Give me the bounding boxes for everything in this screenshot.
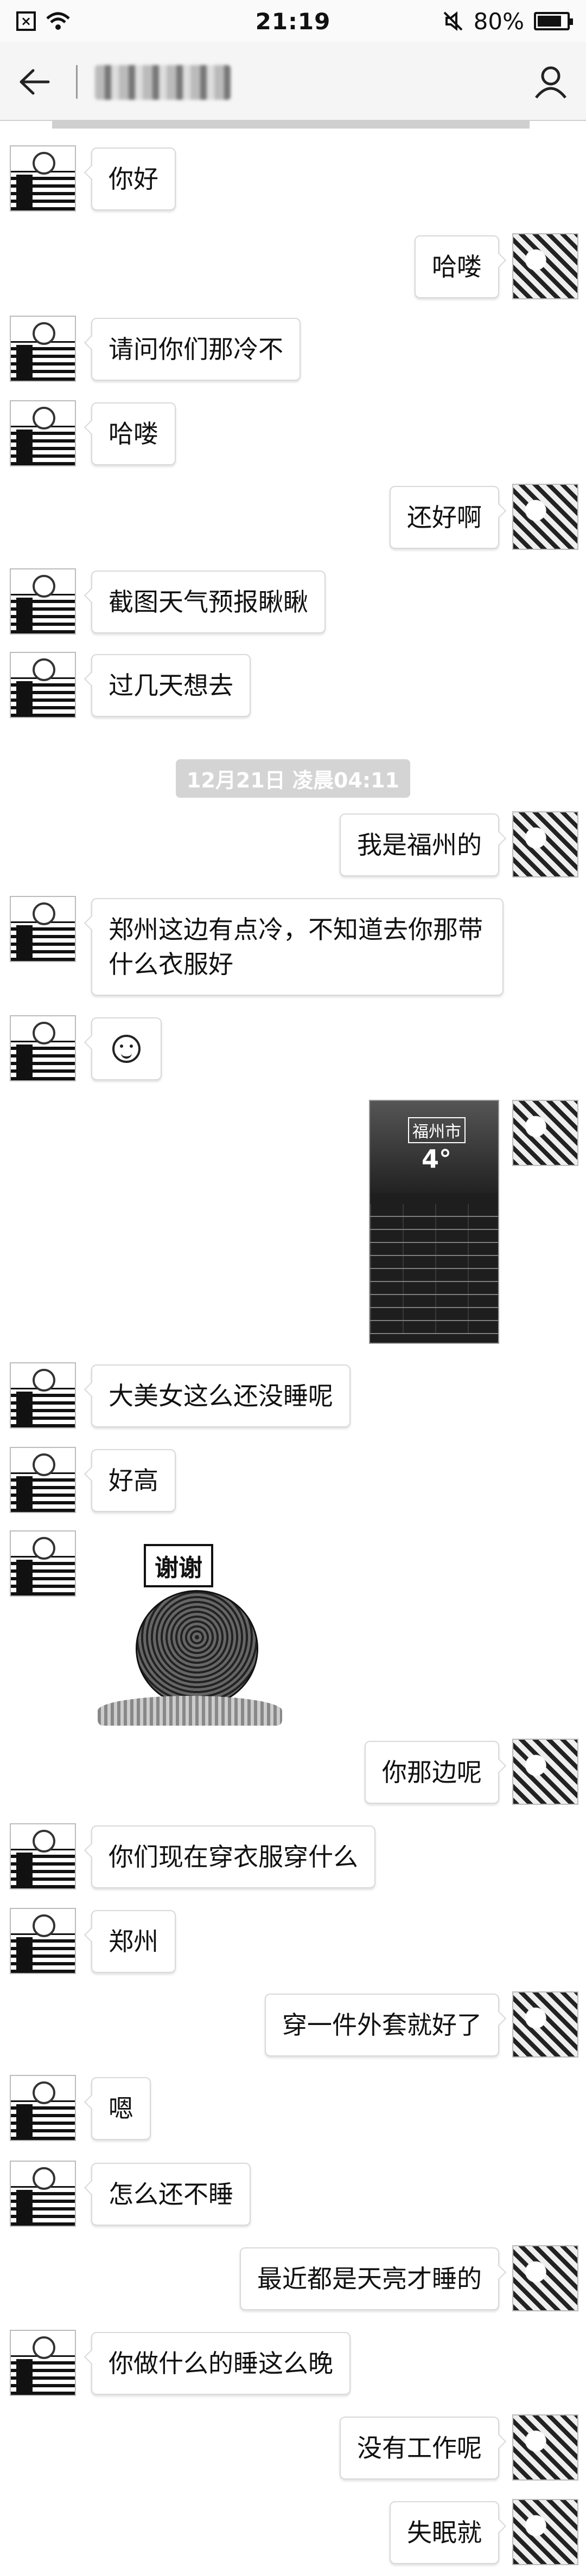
close-box-icon: ×	[16, 11, 36, 31]
my-avatar[interactable]	[512, 1100, 578, 1166]
message-bubble[interactable]: 好高	[91, 1449, 176, 1512]
weather-temp: 4°	[422, 1144, 452, 1174]
contact-avatar[interactable]	[10, 1530, 76, 1597]
chat-header	[0, 42, 586, 121]
message-bubble[interactable]: 你做什么的睡这么晚	[91, 2332, 351, 2395]
battery-percent: 80%	[473, 8, 524, 35]
contact-avatar[interactable]	[10, 400, 76, 466]
weather-forecast-table	[370, 1204, 498, 1334]
smiley-icon	[112, 1035, 141, 1063]
contact-avatar[interactable]	[10, 2330, 76, 2396]
sticker-message[interactable]: 谢谢	[87, 1530, 293, 1747]
contact-avatar[interactable]	[10, 2075, 76, 2141]
contact-avatar[interactable]	[10, 1015, 76, 1081]
my-avatar[interactable]	[512, 484, 578, 550]
my-avatar[interactable]	[512, 2414, 578, 2481]
message-bubble[interactable]: 穿一件外套就好了	[265, 1994, 499, 2056]
message-bubble[interactable]: 截图天气预报瞅瞅	[91, 571, 326, 633]
contact-avatar[interactable]	[10, 1447, 76, 1513]
message-bubble[interactable]: 郑州这边有点冷，不知道去你那带什么衣服好	[91, 898, 504, 996]
sticker-head	[136, 1590, 258, 1707]
my-avatar[interactable]	[512, 1991, 578, 2058]
contact-avatar[interactable]	[10, 896, 76, 962]
contact-avatar[interactable]	[10, 2161, 76, 2227]
contact-avatar[interactable]	[10, 1362, 76, 1428]
contact-avatar[interactable]	[10, 568, 76, 635]
profile-icon	[535, 66, 566, 99]
status-bar: × 21:19 80%	[0, 0, 586, 42]
my-avatar[interactable]	[512, 811, 578, 877]
header-shadow-bar	[52, 121, 530, 129]
my-avatar[interactable]	[512, 2245, 578, 2311]
mute-icon	[443, 11, 463, 31]
back-arrow-icon	[20, 69, 50, 95]
emoji-message[interactable]	[91, 1017, 162, 1080]
contact-name-redacted	[95, 65, 231, 100]
battery-icon	[534, 12, 573, 30]
profile-button[interactable]	[531, 62, 571, 102]
timestamp-badge: 12月21日 凌晨04:11	[176, 759, 410, 798]
message-bubble[interactable]: 失眠就	[390, 2501, 499, 2564]
back-button[interactable]	[16, 64, 52, 100]
message-bubble[interactable]: 哈喽	[91, 402, 176, 465]
contact-avatar[interactable]	[10, 1823, 76, 1889]
message-bubble[interactable]: 你好	[91, 148, 176, 210]
message-bubble[interactable]: 郑州	[91, 1910, 176, 1973]
message-bubble[interactable]: 我是福州的	[340, 813, 499, 876]
contact-avatar[interactable]	[10, 316, 76, 382]
message-bubble[interactable]: 没有工作呢	[340, 2417, 499, 2479]
wifi-icon	[46, 12, 70, 30]
weather-city: 福州市	[408, 1117, 466, 1143]
message-bubble[interactable]: 最近都是天亮才睡的	[240, 2247, 499, 2310]
contact-avatar[interactable]	[10, 1908, 76, 1974]
sticker-text: 谢谢	[144, 1544, 213, 1587]
sticker-body	[98, 1696, 282, 1726]
message-bubble[interactable]: 怎么还不睡	[91, 2163, 251, 2226]
message-bubble[interactable]: 还好啊	[390, 486, 499, 549]
my-avatar[interactable]	[512, 2499, 578, 2565]
header-divider	[76, 65, 78, 99]
message-bubble[interactable]: 你们现在穿衣服穿什么	[91, 1825, 375, 1888]
my-avatar[interactable]	[512, 233, 578, 299]
my-avatar[interactable]	[512, 1739, 578, 1805]
status-time: 21:19	[255, 8, 331, 35]
message-bubble[interactable]: 请问你们那冷不	[91, 318, 301, 381]
message-bubble[interactable]: 哈喽	[415, 235, 499, 298]
contact-avatar[interactable]	[10, 145, 76, 212]
weather-screenshot-image[interactable]: 福州市 4°	[369, 1100, 499, 1344]
message-bubble[interactable]: 你那边呢	[365, 1741, 499, 1804]
contact-avatar[interactable]	[10, 652, 76, 718]
message-bubble[interactable]: 大美女这么还没睡呢	[91, 1364, 351, 1427]
message-bubble[interactable]: 嗯	[91, 2077, 151, 2140]
message-bubble[interactable]: 过几天想去	[91, 654, 251, 717]
